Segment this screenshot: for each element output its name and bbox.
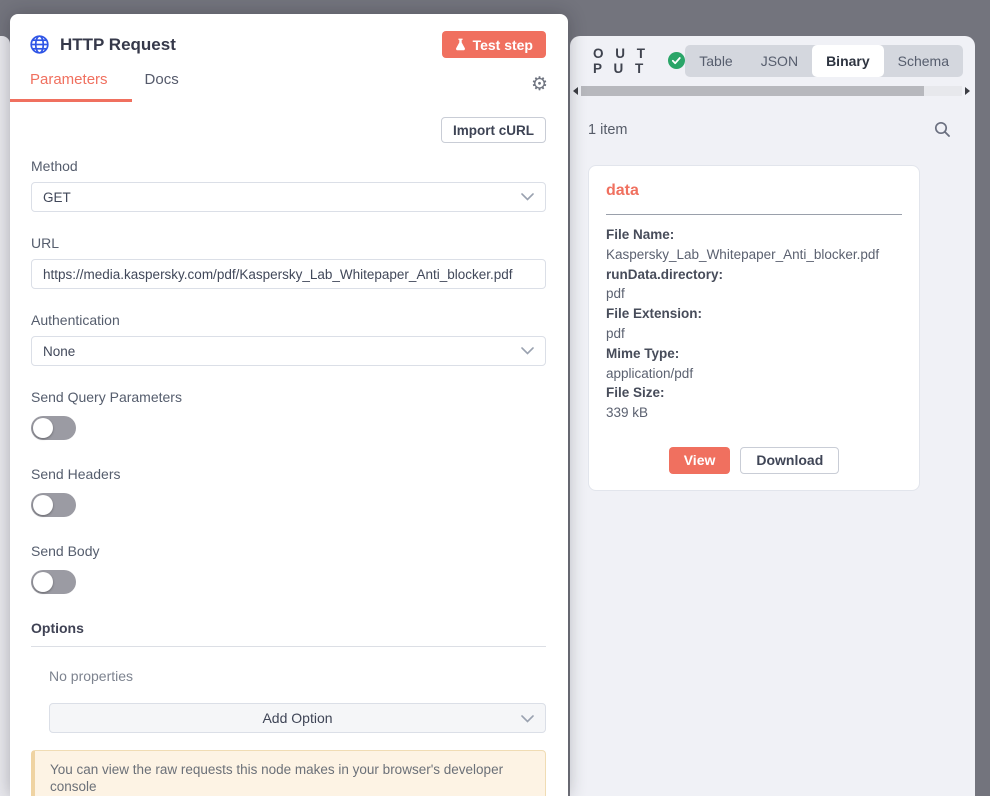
send-headers-toggle[interactable] (31, 493, 76, 517)
test-step-button[interactable]: Test step (442, 31, 546, 58)
developer-console-notice: You can view the raw requests this node … (31, 750, 546, 796)
field-label: Send Headers (31, 466, 546, 482)
field-method: Method GET (31, 158, 546, 212)
output-meta-row: 1 item (570, 121, 975, 138)
options-empty-text: No properties (49, 668, 546, 684)
output-title: O U T P U T (593, 46, 659, 76)
chevron-down-icon (521, 715, 534, 723)
binary-field-label: File Size: (606, 383, 902, 403)
parameters-body: Import cURL Method GET URL https://media… (10, 102, 568, 796)
url-value: https://media.kaspersky.com/pdf/Kaspersk… (43, 267, 513, 282)
items-count: 1 item (588, 122, 628, 138)
binary-field-value: 339 kB (606, 403, 902, 423)
toggle-knob (33, 418, 53, 438)
tab-table[interactable]: Table (685, 45, 746, 77)
authentication-select[interactable]: None (31, 336, 546, 366)
scrollbar-thumb[interactable] (581, 86, 924, 96)
binary-field-value: Kaspersky_Lab_Whitepaper_Anti_blocker.pd… (606, 245, 902, 265)
add-option-select[interactable]: Add Option (49, 703, 546, 733)
binary-key-title: data (606, 182, 902, 200)
binary-field-value: pdf (606, 324, 902, 344)
field-label: Send Body (31, 543, 546, 559)
field-url: URL https://media.kaspersky.com/pdf/Kasp… (31, 235, 546, 289)
scroll-left-arrow-icon[interactable] (573, 87, 578, 95)
download-button[interactable]: Download (740, 447, 839, 474)
url-input[interactable]: https://media.kaspersky.com/pdf/Kaspersk… (31, 259, 546, 289)
binary-card-actions: View Download (606, 447, 902, 474)
output-panel: O U T P U T Table JSON Binary Schema 1 i… (570, 36, 975, 796)
binary-data-card: data File Name: Kaspersky_Lab_Whitepaper… (588, 165, 920, 491)
tab-binary[interactable]: Binary (812, 45, 884, 77)
binary-card-divider (606, 214, 902, 215)
field-send-body: Send Body (31, 543, 546, 594)
tab-docs[interactable]: Docs (145, 71, 179, 102)
horizontal-scrollbar (570, 85, 975, 97)
http-request-node-icon (30, 35, 49, 54)
node-settings-panel: HTTP Request Test step Parameters Docs ⚙… (10, 14, 568, 796)
field-send-query-parameters: Send Query Parameters (31, 389, 546, 440)
binary-field-label: runData.directory: (606, 265, 902, 285)
view-button[interactable]: View (669, 447, 731, 474)
field-label: URL (31, 235, 546, 251)
input-panel-edge (0, 36, 10, 796)
options-heading: Options (31, 620, 546, 647)
test-step-label: Test step (473, 37, 533, 53)
add-option-label: Add Option (262, 710, 332, 726)
toggle-knob (33, 572, 53, 592)
binary-field-label: Mime Type: (606, 344, 902, 364)
send-query-parameters-toggle[interactable] (31, 416, 76, 440)
tab-parameters[interactable]: Parameters (30, 71, 108, 102)
success-check-icon (668, 52, 685, 69)
binary-field-label: File Extension: (606, 304, 902, 324)
import-curl-button[interactable]: Import cURL (441, 117, 546, 143)
ndv-overlay: O U T P U T Table JSON Binary Schema 1 i… (0, 0, 990, 796)
output-view-switcher: Table JSON Binary Schema (685, 45, 963, 77)
search-icon[interactable] (934, 121, 951, 138)
node-title: HTTP Request (60, 35, 442, 55)
field-label: Method (31, 158, 546, 174)
field-send-headers: Send Headers (31, 466, 546, 517)
tab-json[interactable]: JSON (747, 45, 812, 77)
method-select[interactable]: GET (31, 182, 546, 212)
output-header: O U T P U T Table JSON Binary Schema (570, 36, 975, 85)
send-body-toggle[interactable] (31, 570, 76, 594)
node-tabs: Parameters Docs ⚙ (10, 71, 568, 102)
field-authentication: Authentication None (31, 312, 546, 366)
binary-field-value: application/pdf (606, 364, 902, 384)
binary-field-label: File Name: (606, 225, 902, 245)
field-label: Authentication (31, 312, 546, 328)
authentication-value: None (43, 344, 75, 359)
tab-schema[interactable]: Schema (884, 45, 963, 77)
field-label: Send Query Parameters (31, 389, 546, 405)
node-header: HTTP Request Test step (10, 14, 568, 58)
scrollbar-track[interactable] (581, 86, 962, 96)
flask-icon (455, 38, 466, 51)
binary-field-value: pdf (606, 284, 902, 304)
scroll-right-arrow-icon[interactable] (965, 87, 970, 95)
toggle-knob (33, 495, 53, 515)
chevron-down-icon (521, 347, 534, 355)
active-tab-underline (10, 99, 132, 102)
chevron-down-icon (521, 193, 534, 201)
gear-icon[interactable]: ⚙ (531, 75, 548, 102)
method-value: GET (43, 190, 71, 205)
